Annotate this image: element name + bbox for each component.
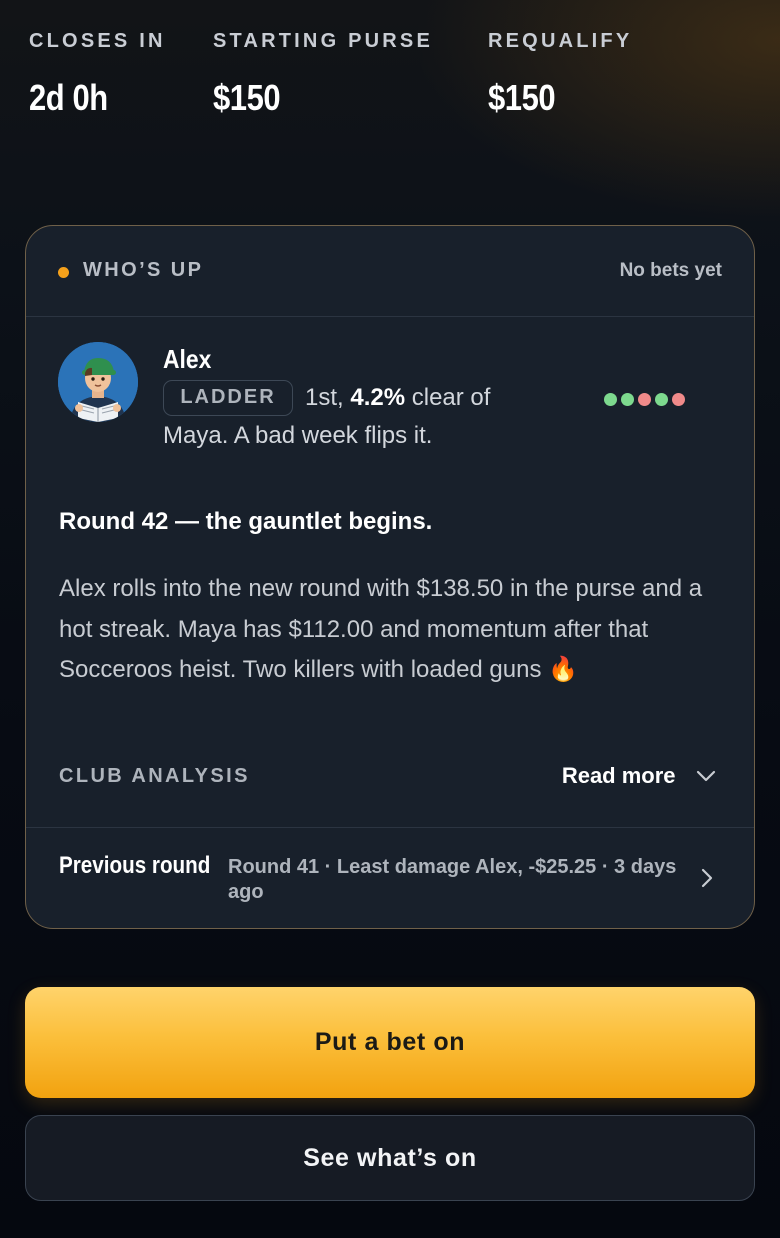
- stat-closes-in: CLOSES IN 2d 0h: [29, 30, 166, 119]
- recent-form: [604, 393, 689, 407]
- story-text: Alex rolls into the new round with $138.…: [59, 575, 703, 683]
- player-name: Alex: [163, 344, 212, 374]
- stat-starting-purse: STARTING PURSE $150: [213, 30, 433, 119]
- read-more-button[interactable]: Read more: [562, 763, 718, 793]
- stat-requalify: REQUALIFY $150: [488, 30, 632, 119]
- rank-suffix: clear of: [405, 384, 491, 411]
- whos-up-card: WHO’S UP No bets yet Alex LADDER 1st, 4.…: [25, 225, 755, 929]
- read-more-label: Read more: [561, 763, 676, 788]
- chevron-right-icon: [701, 868, 713, 888]
- form-dot-win: [604, 393, 617, 406]
- avatar[interactable]: [58, 342, 138, 422]
- story-body: Alex rolls into the new round with $138.…: [59, 569, 739, 691]
- card-header: WHO’S UP No bets yet: [26, 226, 754, 317]
- stat-label: STARTING PURSE: [213, 30, 433, 52]
- card-header-label: WHO’S UP: [83, 259, 204, 281]
- form-dot-win: [621, 393, 634, 406]
- form-dot-loss: [672, 393, 685, 406]
- stat-value: 2d 0h: [29, 77, 108, 118]
- bet-status: No bets yet: [619, 260, 722, 281]
- form-dot-loss: [638, 393, 651, 406]
- player-avatar-icon: [58, 342, 138, 422]
- see-whats-on-button[interactable]: See what’s on: [25, 1115, 755, 1201]
- rank-summary-continued: Maya. A bad week flips it.: [163, 422, 433, 449]
- stat-value: $150: [213, 77, 281, 118]
- club-analysis-label: CLUB ANALYSIS: [59, 765, 250, 787]
- dot-icon: [58, 267, 69, 278]
- put-a-bet-on-button[interactable]: Put a bet on: [25, 987, 755, 1098]
- rank-margin: 4.2%: [350, 384, 406, 411]
- ladder-badge: LADDER: [163, 380, 293, 416]
- previous-round-description: Round 41 · Least damage Alex, -$25.25 · …: [228, 856, 677, 903]
- primary-button-label: Put a bet on: [314, 1028, 466, 1056]
- stat-label: CLOSES IN: [29, 30, 166, 52]
- stat-value: $150: [488, 77, 556, 118]
- stat-label: REQUALIFY: [488, 30, 633, 52]
- chevron-down-icon: [696, 770, 716, 782]
- story-title: Round 42 — the gauntlet begins.: [59, 508, 433, 535]
- fire-icon: 🔥: [548, 656, 579, 683]
- form-dot-win: [655, 393, 668, 406]
- rank-summary: 1st, 4.2% clear of: [305, 384, 490, 412]
- rank-prefix: 1st,: [305, 384, 351, 411]
- previous-round-label: Previous round: [59, 852, 211, 879]
- stats-header: CLOSES IN 2d 0h STARTING PURSE $150 REQU…: [29, 30, 769, 130]
- previous-round-row[interactable]: Previous round Round 41 · Least damage A…: [26, 827, 754, 928]
- secondary-button-label: See what’s on: [303, 1143, 477, 1172]
